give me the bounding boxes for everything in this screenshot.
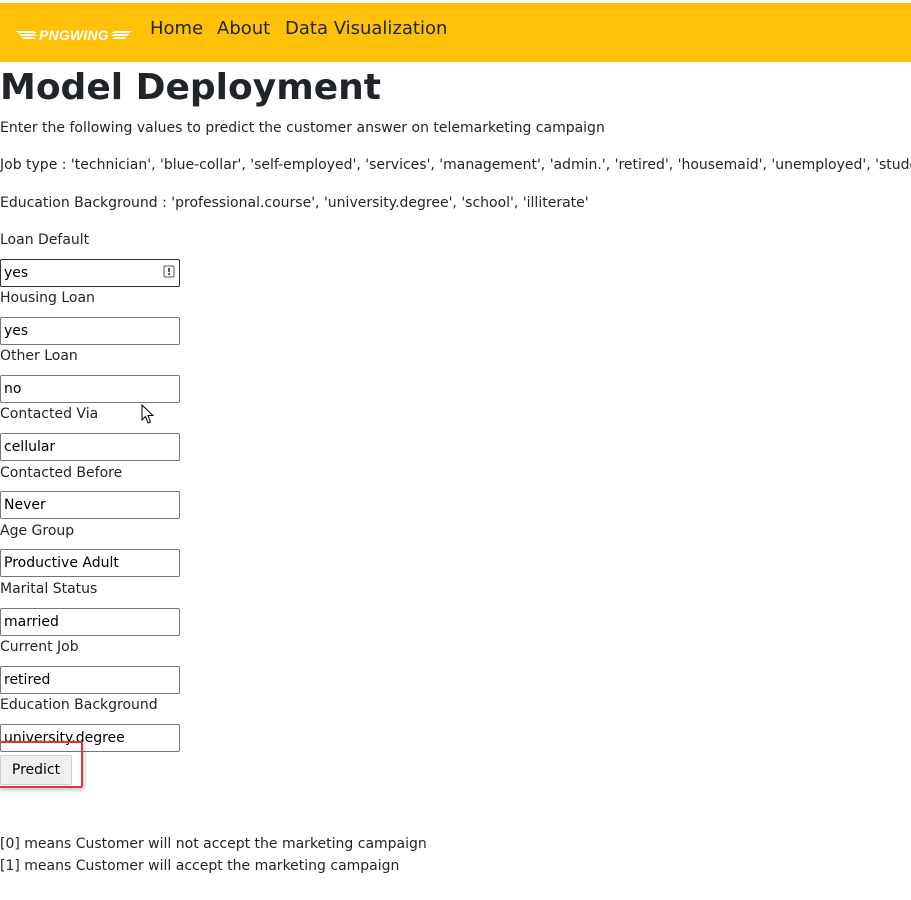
navbar: PNGWING Home About Data Visualization	[0, 3, 911, 62]
wing-logo-icon-right	[110, 31, 133, 39]
other-loan-input[interactable]	[0, 375, 180, 403]
label-other-loan: Other Loan	[0, 348, 78, 364]
label-current-job: Current Job	[0, 639, 79, 655]
education-note: Education Background : 'professional.cou…	[0, 195, 589, 211]
label-education-background: Education Background	[0, 697, 158, 713]
marital-status-input[interactable]	[0, 608, 180, 636]
loan-default-input[interactable]	[0, 259, 180, 287]
contacted-before-input[interactable]	[0, 491, 180, 519]
label-contacted-via: Contacted Via	[0, 406, 99, 422]
wing-logo-icon	[15, 31, 37, 39]
current-job-input[interactable]	[0, 666, 180, 694]
label-contacted-before: Contacted Before	[0, 465, 123, 481]
nav-data-visualization[interactable]: Data Visualization	[285, 18, 447, 39]
label-marital-status: Marital Status	[0, 581, 98, 597]
job-types-note: Job type : 'technician', 'blue-collar', …	[0, 157, 911, 173]
age-group-input[interactable]	[0, 549, 180, 577]
contacted-via-input[interactable]	[0, 433, 180, 461]
predict-button[interactable]: Predict	[0, 755, 72, 785]
label-loan-default: Loan Default	[0, 232, 90, 248]
label-housing-loan: Housing Loan	[0, 290, 95, 306]
page-title: Model Deployment	[0, 67, 381, 108]
intro-text: Enter the following values to predict th…	[0, 120, 605, 136]
nav-about[interactable]: About	[217, 18, 270, 39]
nav-home[interactable]: Home	[150, 18, 203, 39]
legend-one: [1] means Customer will accept the marke…	[0, 858, 400, 874]
label-age-group: Age Group	[0, 523, 75, 539]
password-manager-icon[interactable]	[163, 265, 175, 278]
legend-zero: [0] means Customer will not accept the m…	[0, 836, 427, 852]
mouse-cursor-icon	[141, 404, 155, 424]
logo-text: PNGWING	[39, 27, 109, 43]
brand-logo[interactable]: PNGWING	[15, 26, 133, 44]
housing-loan-input[interactable]	[0, 317, 180, 345]
education-background-input[interactable]	[0, 724, 180, 752]
